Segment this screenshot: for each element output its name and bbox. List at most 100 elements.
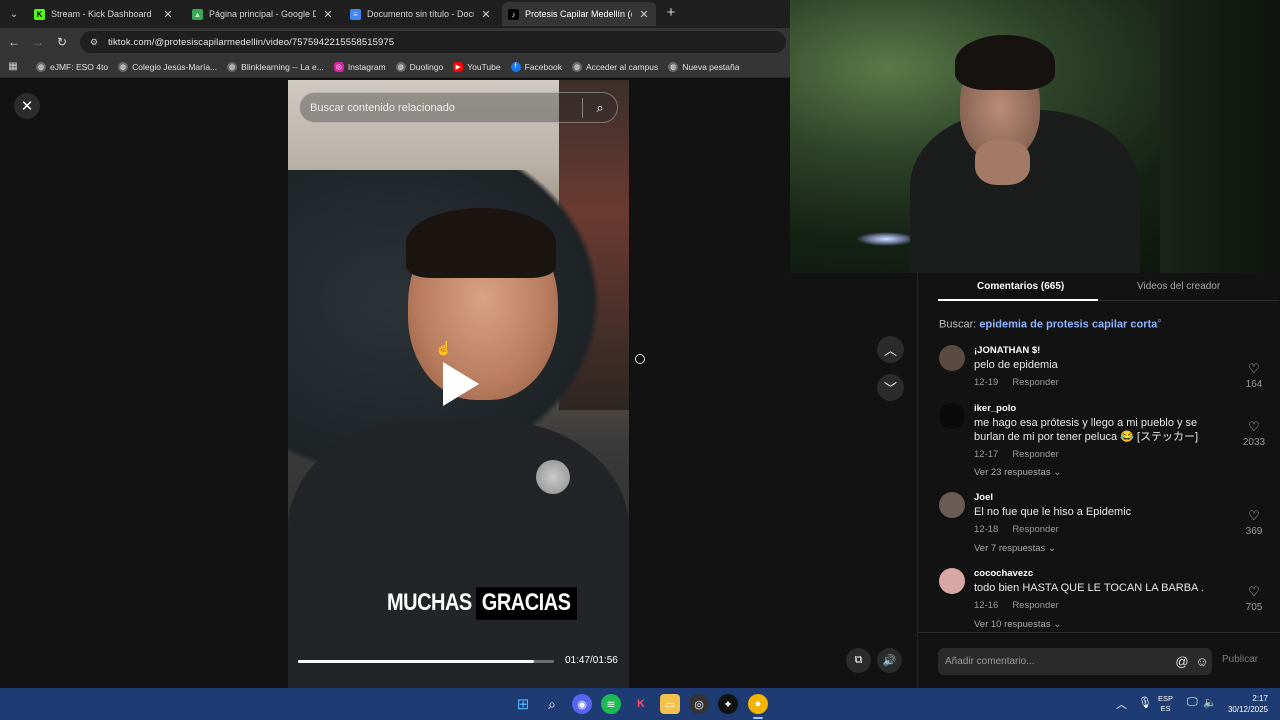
facebook-icon: f — [510, 61, 521, 72]
tab-kick[interactable]: K Stream - Kick Dashboard ✕ — [28, 2, 180, 26]
reply-button[interactable]: Responder — [1012, 524, 1058, 535]
reply-button[interactable]: Responder — [1012, 600, 1058, 611]
comment-meta: 12-17 Responder — [974, 449, 1059, 460]
instagram-icon: ◎ — [333, 61, 344, 72]
bookmarks-bar: ▦ ◍ eJMF: ESO 4to ◍ Colegio Jesús-María.… — [0, 56, 790, 78]
bookmark-label: Colegio Jesús-María... — [132, 61, 218, 72]
like-button[interactable]: ♡ 2033 — [1239, 419, 1269, 448]
picture-in-picture-icon[interactable]: ⧉ — [846, 648, 871, 673]
globe-icon: ◍ — [395, 61, 406, 72]
apps-grid-icon[interactable]: ▦ — [0, 61, 26, 72]
reload-icon[interactable]: ↻ — [54, 34, 70, 50]
close-tab-icon[interactable]: ✕ — [638, 8, 650, 21]
search-icon[interactable]: ⌕ — [542, 694, 562, 714]
reply-button[interactable]: Responder — [1012, 377, 1058, 388]
microphone-icon[interactable]: 🎙 — [1138, 696, 1152, 709]
forward-arrow-icon[interactable]: → — [30, 34, 46, 50]
bookmark-item[interactable]: f Facebook — [510, 61, 562, 72]
back-arrow-icon[interactable]: ← — [6, 34, 22, 50]
emoji-icon[interactable]: ☺ — [1192, 654, 1212, 669]
tab-label: Documento sin título - Documentos — [367, 9, 474, 19]
volume-icon[interactable]: 🔈 — [1203, 696, 1217, 709]
avatar[interactable] — [939, 492, 965, 518]
spotify-icon[interactable]: ≋ — [601, 694, 621, 714]
webcam-person-hair — [955, 35, 1055, 90]
close-tab-icon[interactable]: ✕ — [480, 8, 492, 21]
comment-input[interactable]: Añadir comentario... @ ☺ — [938, 648, 1212, 675]
folder-icon[interactable]: ▭ — [660, 694, 680, 714]
language-indicator[interactable]: ESP ES — [1158, 694, 1173, 714]
network-icon[interactable]: 🖵 — [1187, 696, 1198, 709]
comment-username[interactable]: cocochavezc — [974, 568, 1033, 579]
bookmark-item[interactable]: ◍ Nueva pestaña — [668, 61, 739, 72]
close-icon[interactable]: ✕ — [14, 93, 40, 119]
comment-meta: 12-16 Responder — [974, 600, 1059, 611]
bookmark-item[interactable]: ◍ Duolingo — [395, 61, 443, 72]
comments-tabs: Comentarios (665) Videos del creador — [938, 273, 1279, 301]
comment-input-placeholder: Añadir comentario... — [945, 656, 1035, 667]
like-count: 164 — [1245, 379, 1263, 390]
tab-search-icon[interactable]: ⌄ — [4, 4, 24, 24]
close-tab-icon[interactable]: ✕ — [162, 8, 174, 21]
avatar[interactable] — [939, 403, 965, 429]
view-replies-button[interactable]: Ver 23 respuestas ⌄ — [974, 467, 1061, 478]
comment-item: ¡JONATHAN $! pelo de epidemia 12-19 Resp… — [939, 345, 1269, 395]
tab-tiktok[interactable]: ♪ Protesis Capilar Medellín (@protesisca… — [502, 2, 656, 26]
avatar[interactable] — [939, 345, 965, 371]
next-video-chevron-down-icon[interactable]: ﹀ — [877, 374, 904, 401]
bookmark-item[interactable]: ◍ Blinklearning -- La e... — [227, 61, 324, 72]
related-search-link[interactable]: epidemia de protesis capilar corta — [979, 319, 1157, 331]
close-tab-icon[interactable]: ✕ — [322, 8, 334, 21]
search-icon[interactable]: ⌕ — [583, 100, 617, 116]
tray-chevron-up-icon[interactable]: ︿ — [1116, 696, 1127, 712]
like-button[interactable]: ♡ 164 — [1239, 361, 1269, 390]
heart-icon: ♡ — [1248, 584, 1260, 599]
previous-video-chevron-up-icon[interactable]: ︿ — [877, 336, 904, 363]
comments-panel: Comentarios (665) Videos del creador Bus… — [917, 273, 1280, 688]
volume-icon[interactable]: 🔊 — [877, 648, 902, 673]
bookmark-item[interactable]: ◍ Acceder al campus — [571, 61, 658, 72]
comment-date: 12-19 — [974, 377, 999, 388]
kick-app-icon[interactable]: K — [631, 694, 651, 714]
site-info-icon[interactable]: ⚙ — [88, 36, 100, 48]
like-button[interactable]: ♡ 369 — [1239, 508, 1269, 537]
comment-username[interactable]: iker_polo — [974, 403, 1016, 414]
like-count: 369 — [1245, 526, 1263, 537]
reply-button[interactable]: Responder — [1012, 449, 1058, 460]
tab-comments[interactable]: Comentarios (665) — [977, 281, 1064, 292]
tab-google-drive[interactable]: ▲ Página principal - Google Drive ✕ — [186, 2, 340, 26]
webcam-background — [1160, 0, 1280, 273]
app-icon[interactable]: ✦ — [718, 694, 738, 714]
bookmark-item[interactable]: ▶ YouTube — [453, 61, 501, 72]
tab-creator-videos[interactable]: Videos del creador — [1137, 281, 1220, 292]
bookmark-item[interactable]: ◍ Colegio Jesús-María... — [118, 61, 218, 72]
discord-icon[interactable]: ◉ — [572, 694, 592, 714]
browser-toolbar: ← → ↻ ⚙ tiktok.com/@protesiscapilarmedel… — [0, 28, 790, 56]
bookmark-item[interactable]: ◍ eJMF: ESO 4to — [36, 61, 109, 72]
windows-start-icon[interactable]: ⊞ — [513, 694, 533, 714]
tiktok-icon: ♪ — [508, 8, 519, 20]
related-search-bar[interactable]: Buscar contenido relacionado ⌕ — [299, 92, 618, 123]
video-frame-microphone — [536, 460, 570, 494]
new-tab-icon[interactable]: + — [664, 5, 678, 21]
view-replies-button[interactable]: Ver 10 respuestas ⌄ — [974, 619, 1061, 630]
avatar[interactable] — [939, 568, 965, 594]
play-icon[interactable] — [443, 362, 479, 406]
mention-icon[interactable]: @ — [1172, 654, 1192, 669]
like-button[interactable]: ♡ 705 — [1239, 584, 1269, 613]
address-bar[interactable]: ⚙ tiktok.com/@protesiscapilarmedellin/vi… — [80, 31, 786, 53]
comment-username[interactable]: ¡JONATHAN $! — [974, 345, 1040, 356]
video-time: 01:47/01:56 — [565, 655, 618, 666]
view-replies-button[interactable]: Ver 7 respuestas ⌄ — [974, 543, 1056, 554]
bookmark-label: eJMF: ESO 4to — [50, 61, 109, 72]
system-clock[interactable]: 2:17 30/12/2025 — [1222, 693, 1268, 715]
video-progress-bar[interactable] — [298, 660, 554, 663]
bookmark-item[interactable]: ◎ Instagram — [333, 61, 386, 72]
video-player[interactable]: Buscar contenido relacionado ⌕ MUCHAS GR… — [288, 80, 629, 688]
windows-taskbar: ⊞ ⌕ ◉ ≋ K ▭ ◎ ✦ ● ︿ 🎙 ESP ES 🖵 🔈 2:17 30… — [0, 688, 1280, 720]
comment-username[interactable]: Joel — [974, 492, 993, 503]
tab-docs[interactable]: ≡ Documento sin título - Documentos ✕ — [344, 2, 498, 26]
chrome-icon[interactable]: ● — [748, 694, 768, 714]
publish-button[interactable]: Publicar — [1222, 654, 1258, 665]
obs-icon[interactable]: ◎ — [689, 694, 709, 714]
